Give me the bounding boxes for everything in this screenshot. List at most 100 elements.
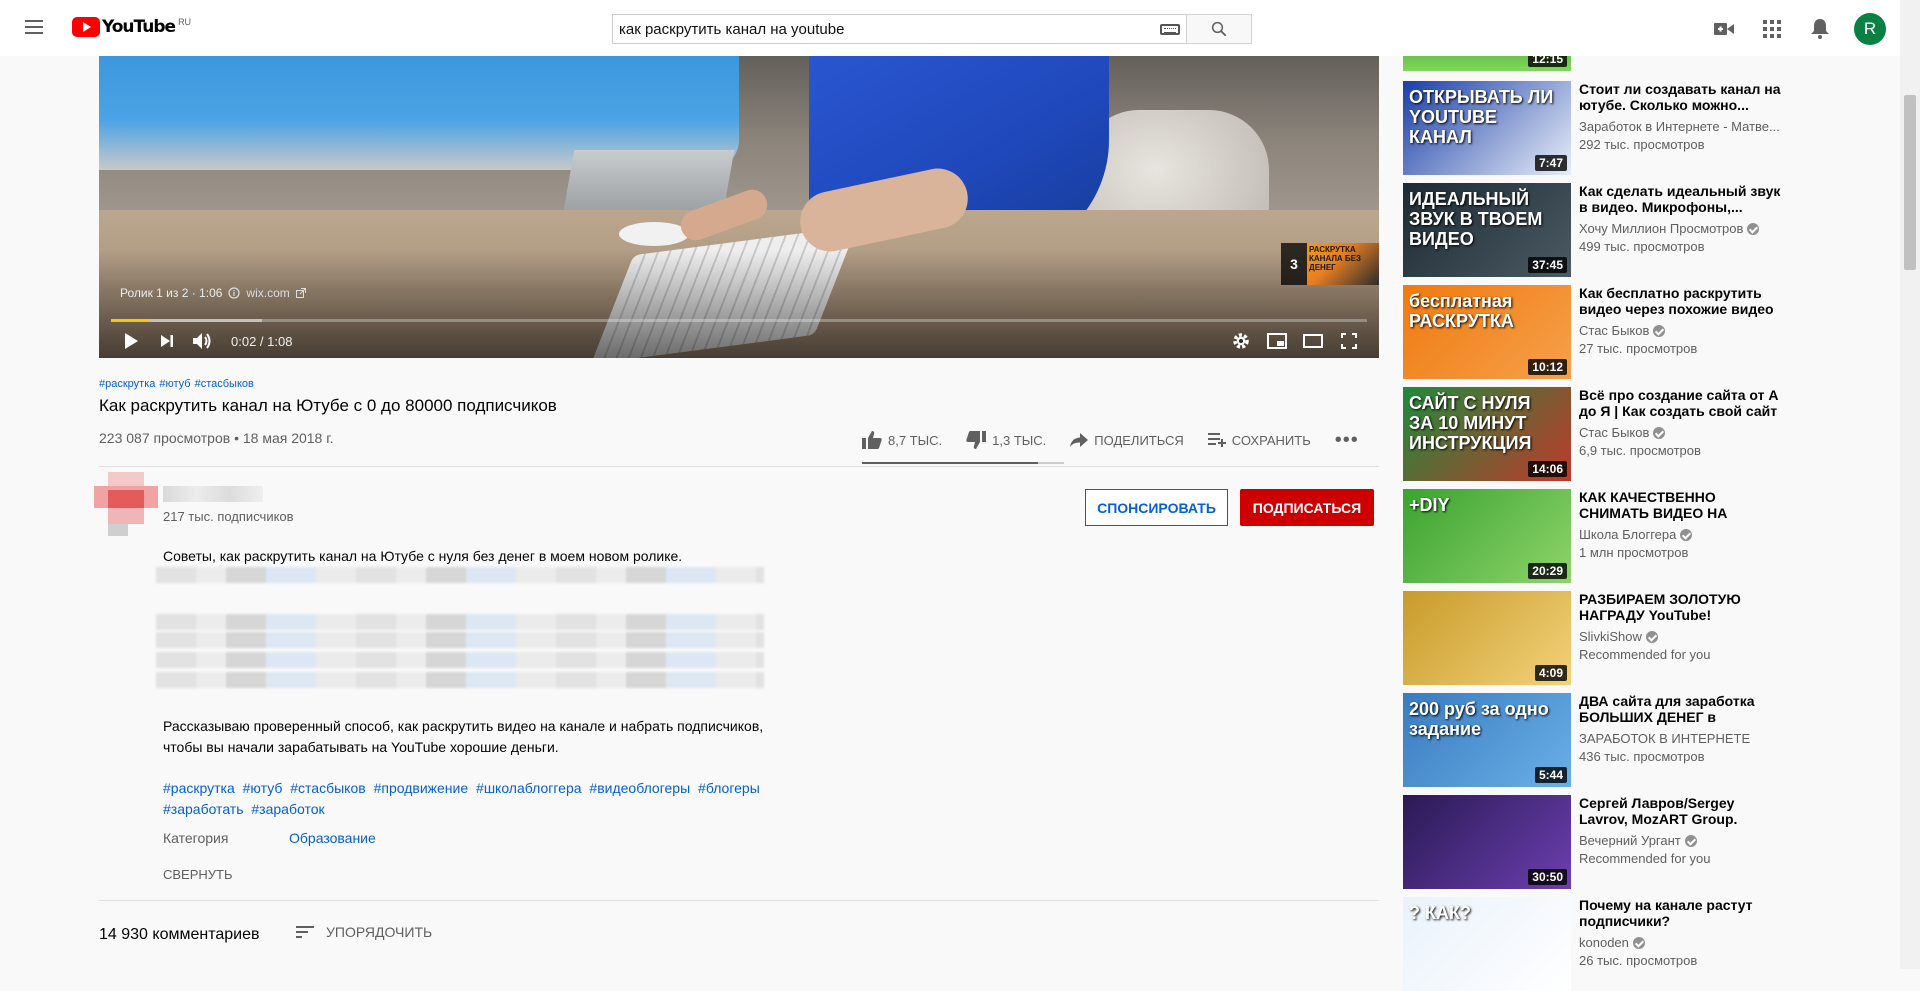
- hashtag-link[interactable]: #раскрутка: [163, 780, 235, 796]
- next-button[interactable]: [149, 324, 185, 358]
- hashtag-link[interactable]: #видеоблогеры: [589, 780, 690, 796]
- page-scrollbar[interactable]: [1900, 0, 1920, 969]
- dislike-button[interactable]: 1,3 ТЫС.: [966, 431, 1046, 449]
- video-thumbnail[interactable]: бесплатная РАСКРУТКА 10:12: [1403, 285, 1571, 379]
- progress-played: [111, 319, 150, 322]
- recommended-video-channel[interactable]: ЗАРАБОТОК В ИНТЕРНЕТЕ: [1579, 731, 1783, 746]
- hashtag-link[interactable]: #раскрутка: [99, 378, 155, 390]
- hashtag-link[interactable]: #заработать: [163, 801, 244, 817]
- recommended-video-title[interactable]: ДВА сайта для заработка БОЛЬШИХ ДЕНЕГ в …: [1579, 693, 1783, 727]
- recommended-video-channel[interactable]: Заработок в Интернете - Матве...: [1579, 119, 1783, 134]
- recommended-video-title[interactable]: Как сделать идеальный звук в видео. Микр…: [1579, 183, 1783, 215]
- description-hashtags: #раскрутка #ютуб #стасбыков #продвижение…: [163, 778, 803, 820]
- recommended-video-title[interactable]: Как бесплатно раскрутить видео через пох…: [1579, 285, 1783, 319]
- recommended-video[interactable]: ? КАК? Почему на канале растут подписчики…: [1403, 897, 1783, 991]
- recommended-video-title[interactable]: Всё про создание сайта от А до Я | Как с…: [1579, 387, 1783, 421]
- save-button[interactable]: СОХРАНИТЬ: [1207, 433, 1311, 448]
- show-less-button[interactable]: СВЕРНУТЬ: [163, 867, 233, 882]
- recommended-video-title[interactable]: Сергей Лавров/Sergey Lavrov, MozART Grou…: [1579, 795, 1783, 829]
- hashtag-link[interactable]: #стасбыков: [290, 780, 365, 796]
- account-avatar[interactable]: R: [1854, 13, 1886, 45]
- notifications-bell-icon[interactable]: [1796, 14, 1844, 44]
- info-icon[interactable]: [228, 287, 241, 299]
- hashtag-link[interactable]: #стасбыков: [195, 378, 254, 390]
- video-thumbnail[interactable]: ? КАК?: [1403, 897, 1571, 991]
- channel-name: Стас Быков: [1579, 425, 1650, 440]
- menu-icon[interactable]: [22, 16, 46, 40]
- hashtag-link[interactable]: #школаблоггера: [476, 780, 582, 796]
- settings-button[interactable]: [1223, 324, 1259, 358]
- recommended-video-channel[interactable]: SlivkiShow: [1579, 629, 1783, 644]
- subscribe-button[interactable]: ПОДПИСАТЬСЯ: [1240, 489, 1374, 526]
- hashtag-link[interactable]: #блогеры: [698, 780, 760, 796]
- recommended-video-channel[interactable]: konoden: [1579, 935, 1783, 950]
- video-thumbnail[interactable]: 4:09: [1403, 591, 1571, 685]
- sort-comments-button[interactable]: УПОРЯДОЧИТЬ: [296, 924, 432, 940]
- mute-button[interactable]: [185, 324, 221, 358]
- hashtag-link[interactable]: #ютуб: [159, 378, 190, 390]
- top-icons: R: [1700, 13, 1886, 45]
- channel-avatar[interactable]: [94, 472, 158, 536]
- recommended-video-channel[interactable]: Вечерний Ургант: [1579, 833, 1783, 848]
- progress-bar[interactable]: [111, 319, 1367, 322]
- endscreen-playlist-card[interactable]: 3 РАСКРУТКА КАНАЛА БЕЗ ДЕНЕГ: [1281, 243, 1379, 285]
- video-thumbnail[interactable]: 30:50: [1403, 795, 1571, 889]
- playlist-add-icon: [1207, 433, 1226, 447]
- thumbs-down-icon: [966, 431, 987, 449]
- recommended-video-meta: 436 тыс. просмотров: [1579, 749, 1705, 764]
- channel-name-blurred[interactable]: [163, 486, 263, 502]
- hashtag-link[interactable]: #ютуб: [243, 780, 283, 796]
- play-icon: [125, 333, 138, 349]
- channel-name: Стас Быков: [1579, 323, 1650, 338]
- search-button[interactable]: [1186, 14, 1252, 44]
- hashtag-link[interactable]: #продвижение: [374, 780, 469, 796]
- channel-name: konoden: [1579, 935, 1629, 950]
- recommended-video[interactable]: 200 руб за одно задание 5:44 ДВА сайта для…: [1403, 693, 1783, 787]
- logo-text: YouTube: [102, 17, 176, 37]
- recommended-video[interactable]: 4:09 РАЗБИРАЕМ ЗОЛОТУЮ НАГРАДУ YouTube! Sl…: [1403, 591, 1783, 685]
- recommended-video-title[interactable]: Почему на канале растут подписчики? Непр…: [1579, 897, 1783, 931]
- sponsor-link[interactable]: wix.com: [246, 286, 289, 300]
- video-thumbnail[interactable]: ИДЕАЛЬНЫЙ ЗВУК В ТВОЕМ ВИДЕО 37:45: [1403, 183, 1571, 277]
- recommended-video-meta: 6,9 тыс. просмотров: [1579, 443, 1701, 458]
- hashtag-link[interactable]: #заработок: [251, 801, 324, 817]
- playlist-position: Ролик 1 из 2 · 1:06: [120, 286, 223, 300]
- recommended-video-channel[interactable]: Стас Быков: [1579, 323, 1783, 338]
- recommended-video-title[interactable]: КАК КАЧЕСТВЕННО СНИМАТЬ ВИДЕО НА ТЕЛЕФОН: [1579, 489, 1783, 523]
- video-thumbnail[interactable]: 200 руб за одно задание 5:44: [1403, 693, 1571, 787]
- masthead: YouTube RU R: [0, 0, 1900, 56]
- video-title: Как раскрутить канал на Ютубе с 0 до 800…: [99, 396, 557, 415]
- recommended-video-title[interactable]: Стоит ли создавать канал на ютубе. Сколь…: [1579, 81, 1783, 113]
- apps-icon[interactable]: [1748, 14, 1796, 44]
- recommended-video-channel[interactable]: Школа Блоггера: [1579, 527, 1783, 542]
- recommended-video[interactable]: ОТКРЫВАТЬ ЛИ YOUTUBE КАНАЛ 7:47 Стоит ли с…: [1403, 81, 1783, 175]
- scrollbar-thumb[interactable]: [1904, 95, 1916, 270]
- video-thumbnail[interactable]: ОТКРЫВАТЬ ЛИ YOUTUBE КАНАЛ 7:47: [1403, 81, 1571, 175]
- recommended-video[interactable]: бесплатная РАСКРУТКА 10:12 Как бесплатно р…: [1403, 285, 1783, 379]
- recommended-video-channel[interactable]: Стас Быков: [1579, 425, 1783, 440]
- theater-mode-button[interactable]: [1295, 324, 1331, 358]
- like-button[interactable]: 8,7 ТЫС.: [862, 431, 942, 449]
- more-actions-icon[interactable]: •••: [1335, 429, 1359, 452]
- thumbnail-text: ОТКРЫВАТЬ ЛИ YOUTUBE КАНАЛ: [1409, 87, 1554, 147]
- verified-badge-icon: [1653, 426, 1666, 439]
- share-label: ПОДЕЛИТЬСЯ: [1094, 432, 1184, 448]
- category-link[interactable]: Образование: [289, 830, 376, 846]
- play-button[interactable]: [113, 324, 149, 358]
- video-thumbnail[interactable]: САЙТ С НУЛЯ ЗА 10 МИНУТ ИНСТРУКЦИЯ 14:06: [1403, 387, 1571, 481]
- fullscreen-button[interactable]: [1331, 324, 1367, 358]
- sponsor-button[interactable]: СПОНСИРОВАТЬ: [1085, 489, 1228, 526]
- miniplayer-button[interactable]: [1259, 324, 1295, 358]
- youtube-logo[interactable]: YouTube RU: [72, 17, 191, 39]
- create-video-icon[interactable]: [1700, 14, 1748, 44]
- recommended-video[interactable]: 30:50 Сергей Лавров/Sergey Lavrov, MozART…: [1403, 795, 1783, 889]
- keyboard-icon[interactable]: [1160, 23, 1180, 35]
- search-input[interactable]: [619, 20, 1154, 38]
- recommended-video[interactable]: ИДЕАЛЬНЫЙ ЗВУК В ТВОЕМ ВИДЕО 37:45 Как сде…: [1403, 183, 1783, 277]
- recommended-video-channel[interactable]: Хочу Миллион Просмотров: [1579, 221, 1783, 236]
- recommended-video[interactable]: САЙТ С НУЛЯ ЗА 10 МИНУТ ИНСТРУКЦИЯ 14:06 В…: [1403, 387, 1783, 481]
- recommended-video-title[interactable]: РАЗБИРАЕМ ЗОЛОТУЮ НАГРАДУ YouTube!: [1579, 591, 1783, 623]
- recommended-video[interactable]: +DIY 20:29 КАК КАЧЕСТВЕННО СНИМАТЬ ВИДЕО Н…: [1403, 489, 1783, 583]
- video-thumbnail[interactable]: +DIY 20:29: [1403, 489, 1571, 583]
- share-button[interactable]: ПОДЕЛИТЬСЯ: [1070, 432, 1184, 448]
